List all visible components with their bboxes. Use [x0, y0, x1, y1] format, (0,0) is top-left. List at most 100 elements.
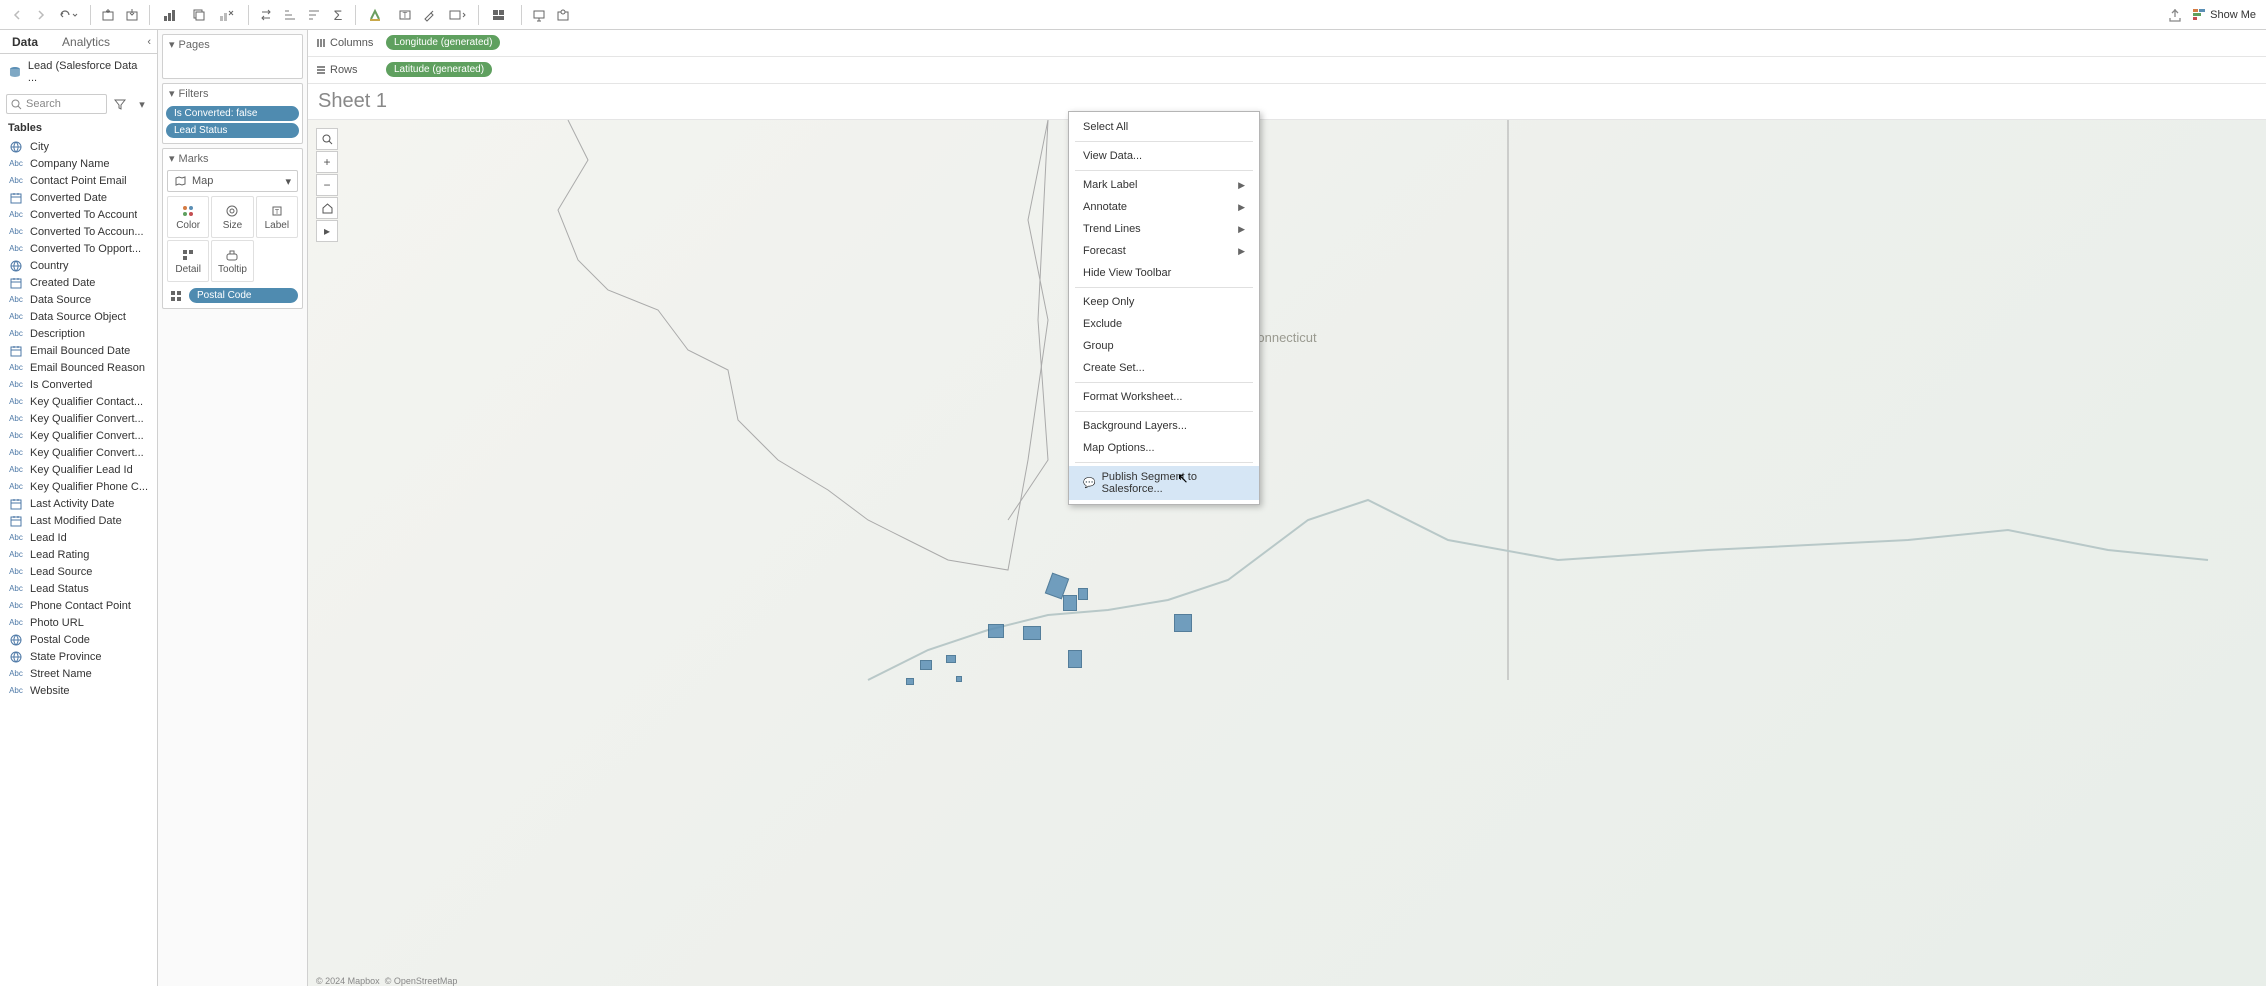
menu-trend-lines[interactable]: Trend Lines▶ [1069, 218, 1259, 240]
field-item[interactable]: AbcData Source [0, 291, 157, 308]
map-mark[interactable] [988, 624, 1004, 638]
pages-shelf[interactable]: ▾Pages [162, 34, 303, 79]
format-button[interactable] [418, 4, 440, 26]
highlight-button[interactable] [362, 4, 392, 26]
undo-dropdown[interactable] [54, 4, 84, 26]
field-item[interactable]: Created Date [0, 274, 157, 291]
swap-button[interactable] [255, 4, 277, 26]
map-search-button[interactable] [316, 128, 338, 150]
show-me-button[interactable]: Show Me [2188, 8, 2260, 22]
field-item[interactable]: AbcKey Qualifier Lead Id [0, 461, 157, 478]
menu-group[interactable]: Group [1069, 335, 1259, 357]
field-item[interactable]: AbcPhoto URL [0, 614, 157, 631]
field-item[interactable]: AbcContact Point Email [0, 172, 157, 189]
filter-pill[interactable]: Is Converted: false [166, 106, 299, 121]
field-item[interactable]: AbcKey Qualifier Convert... [0, 410, 157, 427]
dashboard-button[interactable] [485, 4, 515, 26]
map-mark[interactable] [1068, 650, 1082, 668]
map-mark[interactable] [956, 676, 962, 682]
sort-desc-button[interactable] [303, 4, 325, 26]
duplicate-button[interactable] [188, 4, 210, 26]
mark-cell-color[interactable]: Color [167, 196, 209, 238]
tab-data[interactable]: Data [0, 30, 50, 53]
collapse-data-pane[interactable]: ‹ [141, 30, 157, 53]
field-item[interactable]: City [0, 138, 157, 155]
mark-cell-label[interactable]: TLabel [256, 196, 298, 238]
map-tools-button[interactable]: ▸ [316, 220, 338, 242]
field-item[interactable]: AbcKey Qualifier Convert... [0, 444, 157, 461]
field-item[interactable]: AbcConverted To Opport... [0, 240, 157, 257]
menu-mark-label[interactable]: Mark Label▶ [1069, 174, 1259, 196]
field-item[interactable]: Last Modified Date [0, 512, 157, 529]
sort-asc-button[interactable] [279, 4, 301, 26]
clear-button[interactable] [212, 4, 242, 26]
new-datasource-button[interactable] [97, 4, 119, 26]
save-button[interactable] [121, 4, 143, 26]
field-item[interactable]: AbcLead Id [0, 529, 157, 546]
map-mark[interactable] [1174, 614, 1192, 632]
field-item[interactable]: AbcPhone Contact Point [0, 597, 157, 614]
field-item[interactable]: AbcConverted To Accoun... [0, 223, 157, 240]
menu-format-worksheet[interactable]: Format Worksheet... [1069, 386, 1259, 408]
field-item[interactable]: Email Bounced Date [0, 342, 157, 359]
field-item[interactable]: Last Activity Date [0, 495, 157, 512]
menu-background-layers[interactable]: Background Layers... [1069, 415, 1259, 437]
map-mark[interactable] [920, 660, 932, 670]
fields-menu-button[interactable]: ▾ [133, 94, 151, 114]
new-worksheet-button[interactable] [156, 4, 186, 26]
rows-shelf[interactable]: Rows Latitude (generated) [308, 57, 2266, 84]
back-button[interactable] [6, 4, 28, 26]
rows-pill[interactable]: Latitude (generated) [386, 62, 492, 77]
presentation-button[interactable] [528, 4, 550, 26]
postal-code-pill[interactable]: Postal Code [189, 288, 298, 303]
map-mark[interactable] [946, 655, 956, 663]
fit-dropdown[interactable] [442, 4, 472, 26]
mark-cell-tooltip[interactable]: Tooltip [211, 240, 253, 282]
field-item[interactable]: AbcWebsite [0, 682, 157, 699]
menu-publish-segment[interactable]: 💬Publish Segment to Salesforce... [1069, 466, 1259, 500]
filters-shelf[interactable]: ▾Filters Is Converted: falseLead Status [162, 83, 303, 144]
menu-create-set[interactable]: Create Set... [1069, 357, 1259, 379]
mark-cell-size[interactable]: Size [211, 196, 253, 238]
field-item[interactable]: Converted Date [0, 189, 157, 206]
mark-cell-detail[interactable]: Detail [167, 240, 209, 282]
mark-type-select[interactable]: Map ▾ [167, 170, 298, 192]
filter-pill[interactable]: Lead Status [166, 123, 299, 138]
field-item[interactable]: AbcStreet Name [0, 665, 157, 682]
map-mark[interactable] [1078, 588, 1088, 600]
field-item[interactable]: AbcLead Status [0, 580, 157, 597]
share-button[interactable] [552, 4, 574, 26]
columns-pill[interactable]: Longitude (generated) [386, 35, 500, 50]
map-viz[interactable]: Connecticut + − ▸ © 2024 Mapbox © OpenSt… [308, 119, 2266, 986]
menu-keep-only[interactable]: Keep Only [1069, 291, 1259, 313]
field-item[interactable]: Country [0, 257, 157, 274]
map-mark[interactable] [906, 678, 914, 685]
field-item[interactable]: AbcConverted To Account [0, 206, 157, 223]
data-guide-button[interactable] [2164, 4, 2186, 26]
field-item[interactable]: AbcKey Qualifier Contact... [0, 393, 157, 410]
field-item[interactable]: Postal Code [0, 631, 157, 648]
menu-exclude[interactable]: Exclude [1069, 313, 1259, 335]
map-mark[interactable] [1023, 626, 1041, 640]
menu-view-data[interactable]: View Data... [1069, 145, 1259, 167]
forward-button[interactable] [30, 4, 52, 26]
sheet-title[interactable]: Sheet 1 [308, 84, 2266, 119]
field-item[interactable]: AbcLead Source [0, 563, 157, 580]
field-item[interactable]: AbcKey Qualifier Convert... [0, 427, 157, 444]
field-item[interactable]: AbcIs Converted [0, 376, 157, 393]
label-button[interactable]: T [394, 4, 416, 26]
filter-fields-button[interactable] [111, 94, 129, 114]
menu-annotate[interactable]: Annotate▶ [1069, 196, 1259, 218]
menu-select-all[interactable]: Select All [1069, 116, 1259, 138]
detail-pill-row[interactable]: Postal Code [163, 284, 302, 308]
tab-analytics[interactable]: Analytics [50, 30, 122, 53]
menu-map-options[interactable]: Map Options... [1069, 437, 1259, 459]
field-item[interactable]: State Province [0, 648, 157, 665]
field-item[interactable]: AbcCompany Name [0, 155, 157, 172]
columns-shelf[interactable]: Columns Longitude (generated) [308, 30, 2266, 57]
field-item[interactable]: AbcData Source Object [0, 308, 157, 325]
zoom-in-button[interactable]: + [316, 151, 338, 173]
map-mark[interactable] [1063, 595, 1077, 611]
search-input[interactable]: Search [6, 94, 107, 114]
zoom-out-button[interactable]: − [316, 174, 338, 196]
